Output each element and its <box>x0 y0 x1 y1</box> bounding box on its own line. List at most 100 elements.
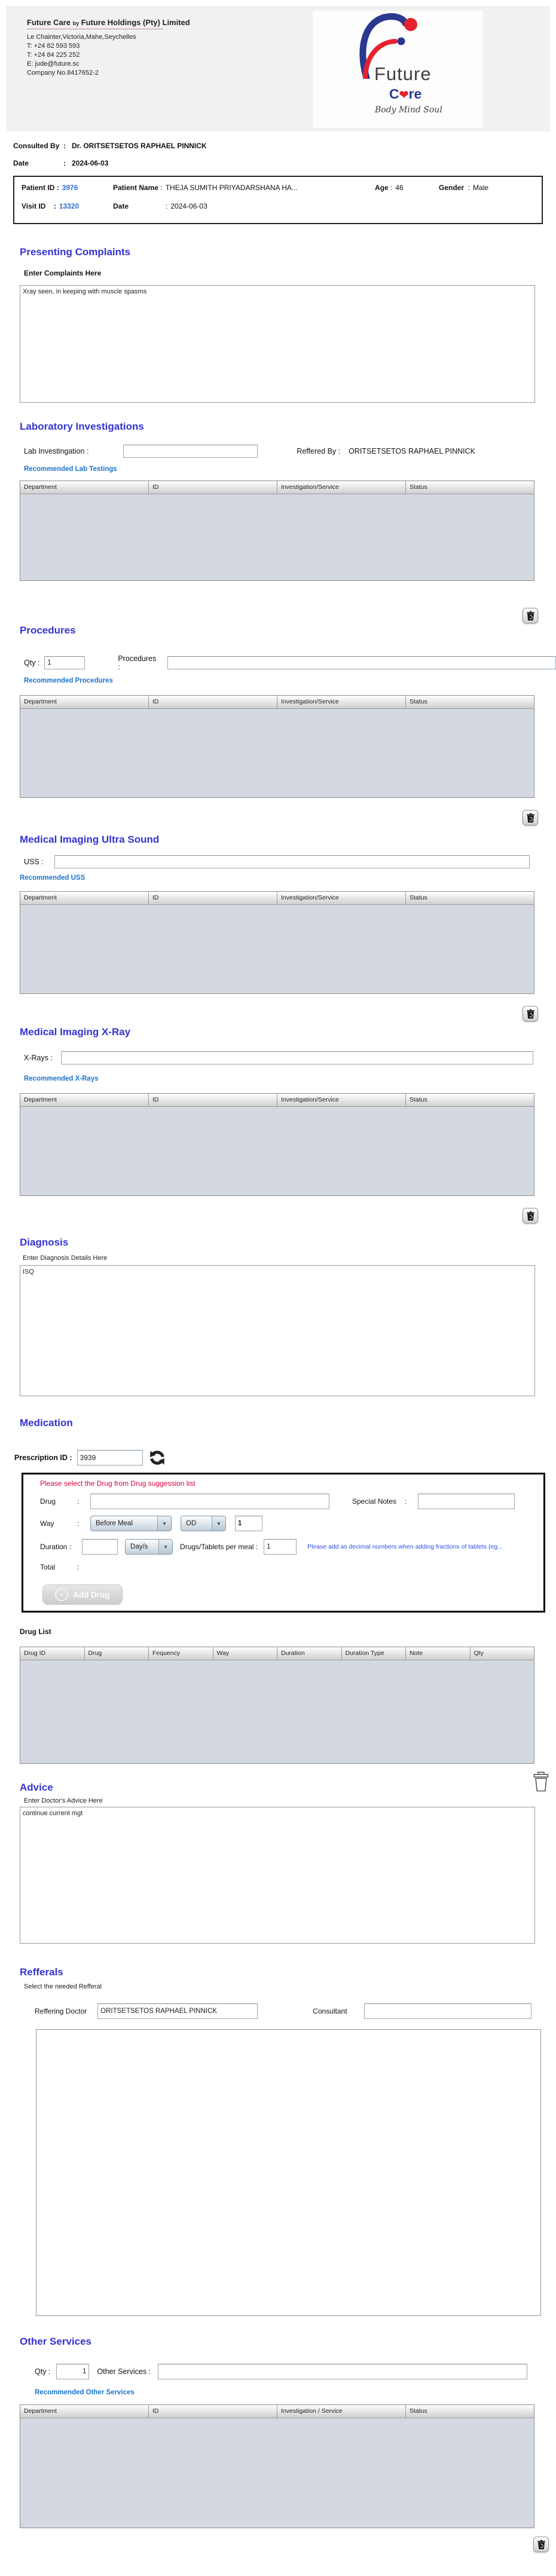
lab-actions-row <box>0 608 556 623</box>
other-services-header: Department ID Investigation / Service St… <box>20 2405 534 2418</box>
col-qty: Qty <box>471 1647 534 1660</box>
section-title-presenting-complaints: Presenting Complaints <box>20 246 556 258</box>
trash-icon[interactable] <box>523 608 538 623</box>
patient-gender-label: Gender <box>439 183 464 192</box>
refferal-listbox[interactable] <box>36 2029 541 2316</box>
trash-outline-icon[interactable] <box>533 1772 549 1794</box>
uss-actions-row <box>0 1006 556 1021</box>
meal-select[interactable]: Before Meal ▼ <box>90 1516 172 1531</box>
xray-actions-row <box>0 1208 556 1223</box>
per-meal-label: Drugs/Tablets per meal : <box>180 1543 258 1551</box>
visit-date-value: 2024-06-03 <box>170 202 207 210</box>
section-title-laboratory: Laboratory Investigations <box>20 421 556 433</box>
trash-icon[interactable] <box>523 1006 538 1021</box>
xray-table-header: Department ID Investigation/Service Stat… <box>20 1094 534 1107</box>
uss-field-label: USS : <box>24 858 44 866</box>
add-drug-button[interactable]: + Add Drug <box>42 1584 123 1605</box>
recommended-other-services-link[interactable]: Recommended Other Services <box>35 2389 556 2397</box>
company-address: Le Chainter,Victoria,Mahe,Seychelles <box>27 33 190 42</box>
section-title-ultrasound: Medical Imaging Ultra Sound <box>20 834 556 846</box>
other-services-input[interactable] <box>158 2364 527 2379</box>
drug-input[interactable] <box>90 1494 329 1509</box>
company-number: Company No.8417652-2 <box>27 69 190 78</box>
col-status: Status <box>406 1094 534 1106</box>
per-meal-input[interactable] <box>264 1539 297 1555</box>
complaints-textarea[interactable]: Xray seen, in keeping with muscle spasms <box>20 285 535 403</box>
lab-investigation-input[interactable] <box>123 445 258 458</box>
procedures-input[interactable] <box>167 656 556 669</box>
uss-table: Department ID Investigation/Service Stat… <box>20 891 534 994</box>
duration-row: Duration : Day/s ▼ Drugs/Tablets per mea… <box>40 1539 543 1555</box>
other-qty-input[interactable] <box>56 2364 89 2379</box>
trash-glyph <box>537 2540 546 2550</box>
drug-list-header: Drug ID Drug Fequency Way Duration Durat… <box>20 1647 534 1660</box>
company-title-by: by <box>73 20 80 26</box>
special-notes-input[interactable] <box>418 1494 515 1509</box>
recommended-lab-testings-link[interactable]: Recommended Lab Testings <box>24 466 556 474</box>
special-notes-label: Special Notes <box>352 1497 396 1506</box>
col-investigation-service: Investigation/Service <box>277 481 406 494</box>
refferals-sublabel: Select the needed Refferal <box>24 1983 556 1991</box>
complaints-sublabel: Enter Complaints Here <box>24 269 556 277</box>
refferal-fields-row: Reffering Doctor Consultant <box>35 2003 556 2019</box>
frequency-select[interactable]: OD ▼ <box>181 1516 226 1531</box>
patient-name-value: THEJA SUMITH PRIYADARSHANA HA... <box>166 183 298 192</box>
patient-row-1: Patient ID :3976 Patient Name :THEJA SUM… <box>22 183 542 192</box>
advice-textarea[interactable]: continue current mgt <box>20 1807 535 1944</box>
uss-input[interactable] <box>54 855 530 868</box>
fraction-note: Please add as decimal numbers when addin… <box>307 1543 518 1550</box>
advice-sublabel: Enter Doctor's Advice Here <box>24 1797 556 1805</box>
add-drug-label: Add Drug <box>73 1590 110 1599</box>
refresh-glyph <box>149 1449 166 1466</box>
recommended-uss-link[interactable]: Recommended USS <box>20 874 556 883</box>
xray-input[interactable] <box>61 1051 533 1064</box>
reffering-doctor-label: Reffering Doctor <box>35 2007 87 2015</box>
col-investigation-service: Investigation/Service <box>277 1094 406 1106</box>
reffering-doctor-input[interactable] <box>97 2003 258 2019</box>
chevron-down-icon: ▼ <box>157 1516 171 1531</box>
procedures-qty-input[interactable] <box>44 656 85 669</box>
trash-icon[interactable] <box>523 810 538 825</box>
refresh-icon[interactable] <box>149 1449 166 1466</box>
patient-id-label: Patient ID <box>22 183 54 192</box>
procedures-table-header: Department ID Investigation/Service Stat… <box>20 696 534 709</box>
prescription-row: Prescription ID : <box>14 1449 556 1467</box>
company-title-main: Future Care <box>27 18 71 27</box>
consult-date-label: Date <box>13 159 63 167</box>
lab-table-body <box>20 494 534 580</box>
other-services-field-row: Qty : Other Services : <box>35 2364 556 2379</box>
colon: : <box>77 1563 90 1571</box>
duration-input[interactable] <box>82 1539 118 1555</box>
company-title-rest: Future Holdings (Pty) Limited <box>81 18 190 27</box>
col-id: ID <box>149 481 277 494</box>
section-title-advice: Advice <box>20 1782 53 1794</box>
xray-field-row: X-Rays : <box>24 1051 556 1064</box>
other-services-actions-row <box>0 2537 556 2552</box>
company-email: E: jude@future.sc <box>27 60 190 69</box>
section-title-procedures: Procedures <box>20 625 556 637</box>
duration-unit-select[interactable]: Day/s ▼ <box>125 1539 173 1555</box>
diagnosis-textarea[interactable]: ISQ <box>20 1265 535 1396</box>
procedures-field-row: Qty : Procedures : <box>24 654 556 671</box>
drug-entry-box: Please select the Drug from Drug suggess… <box>22 1473 545 1613</box>
trash-icon[interactable] <box>523 1208 538 1223</box>
logo-heart-icon: ❤ <box>399 89 409 102</box>
procedures-qty-label: Qty : <box>24 659 39 667</box>
total-label: Total <box>40 1563 77 1571</box>
col-investigation-service: Investigation/Service <box>277 892 406 904</box>
consultant-input[interactable] <box>364 2003 531 2019</box>
col-way: Way <box>213 1647 278 1660</box>
trash-outline-glyph <box>533 1772 549 1792</box>
recommended-xrays-link[interactable]: Recommended X-Rays <box>24 1075 556 1084</box>
add-circle-icon: + <box>55 1588 68 1601</box>
col-status: Status <box>406 2405 534 2418</box>
prescription-id-input[interactable] <box>77 1450 143 1466</box>
trash-icon[interactable] <box>533 2537 549 2552</box>
patient-age: Age :46 <box>375 183 439 192</box>
recommended-procedures-link[interactable]: Recommended Procedures <box>24 677 556 686</box>
way-qty-input[interactable] <box>235 1516 262 1531</box>
logo-care-re: re <box>409 86 422 102</box>
reffered-by-value: ORITSETSETOS RAPHAEL PINNICK <box>349 447 475 455</box>
lab-field-label: Lab Investingation : <box>24 447 88 455</box>
lab-table: Department ID Investigation/Service Stat… <box>20 481 534 581</box>
